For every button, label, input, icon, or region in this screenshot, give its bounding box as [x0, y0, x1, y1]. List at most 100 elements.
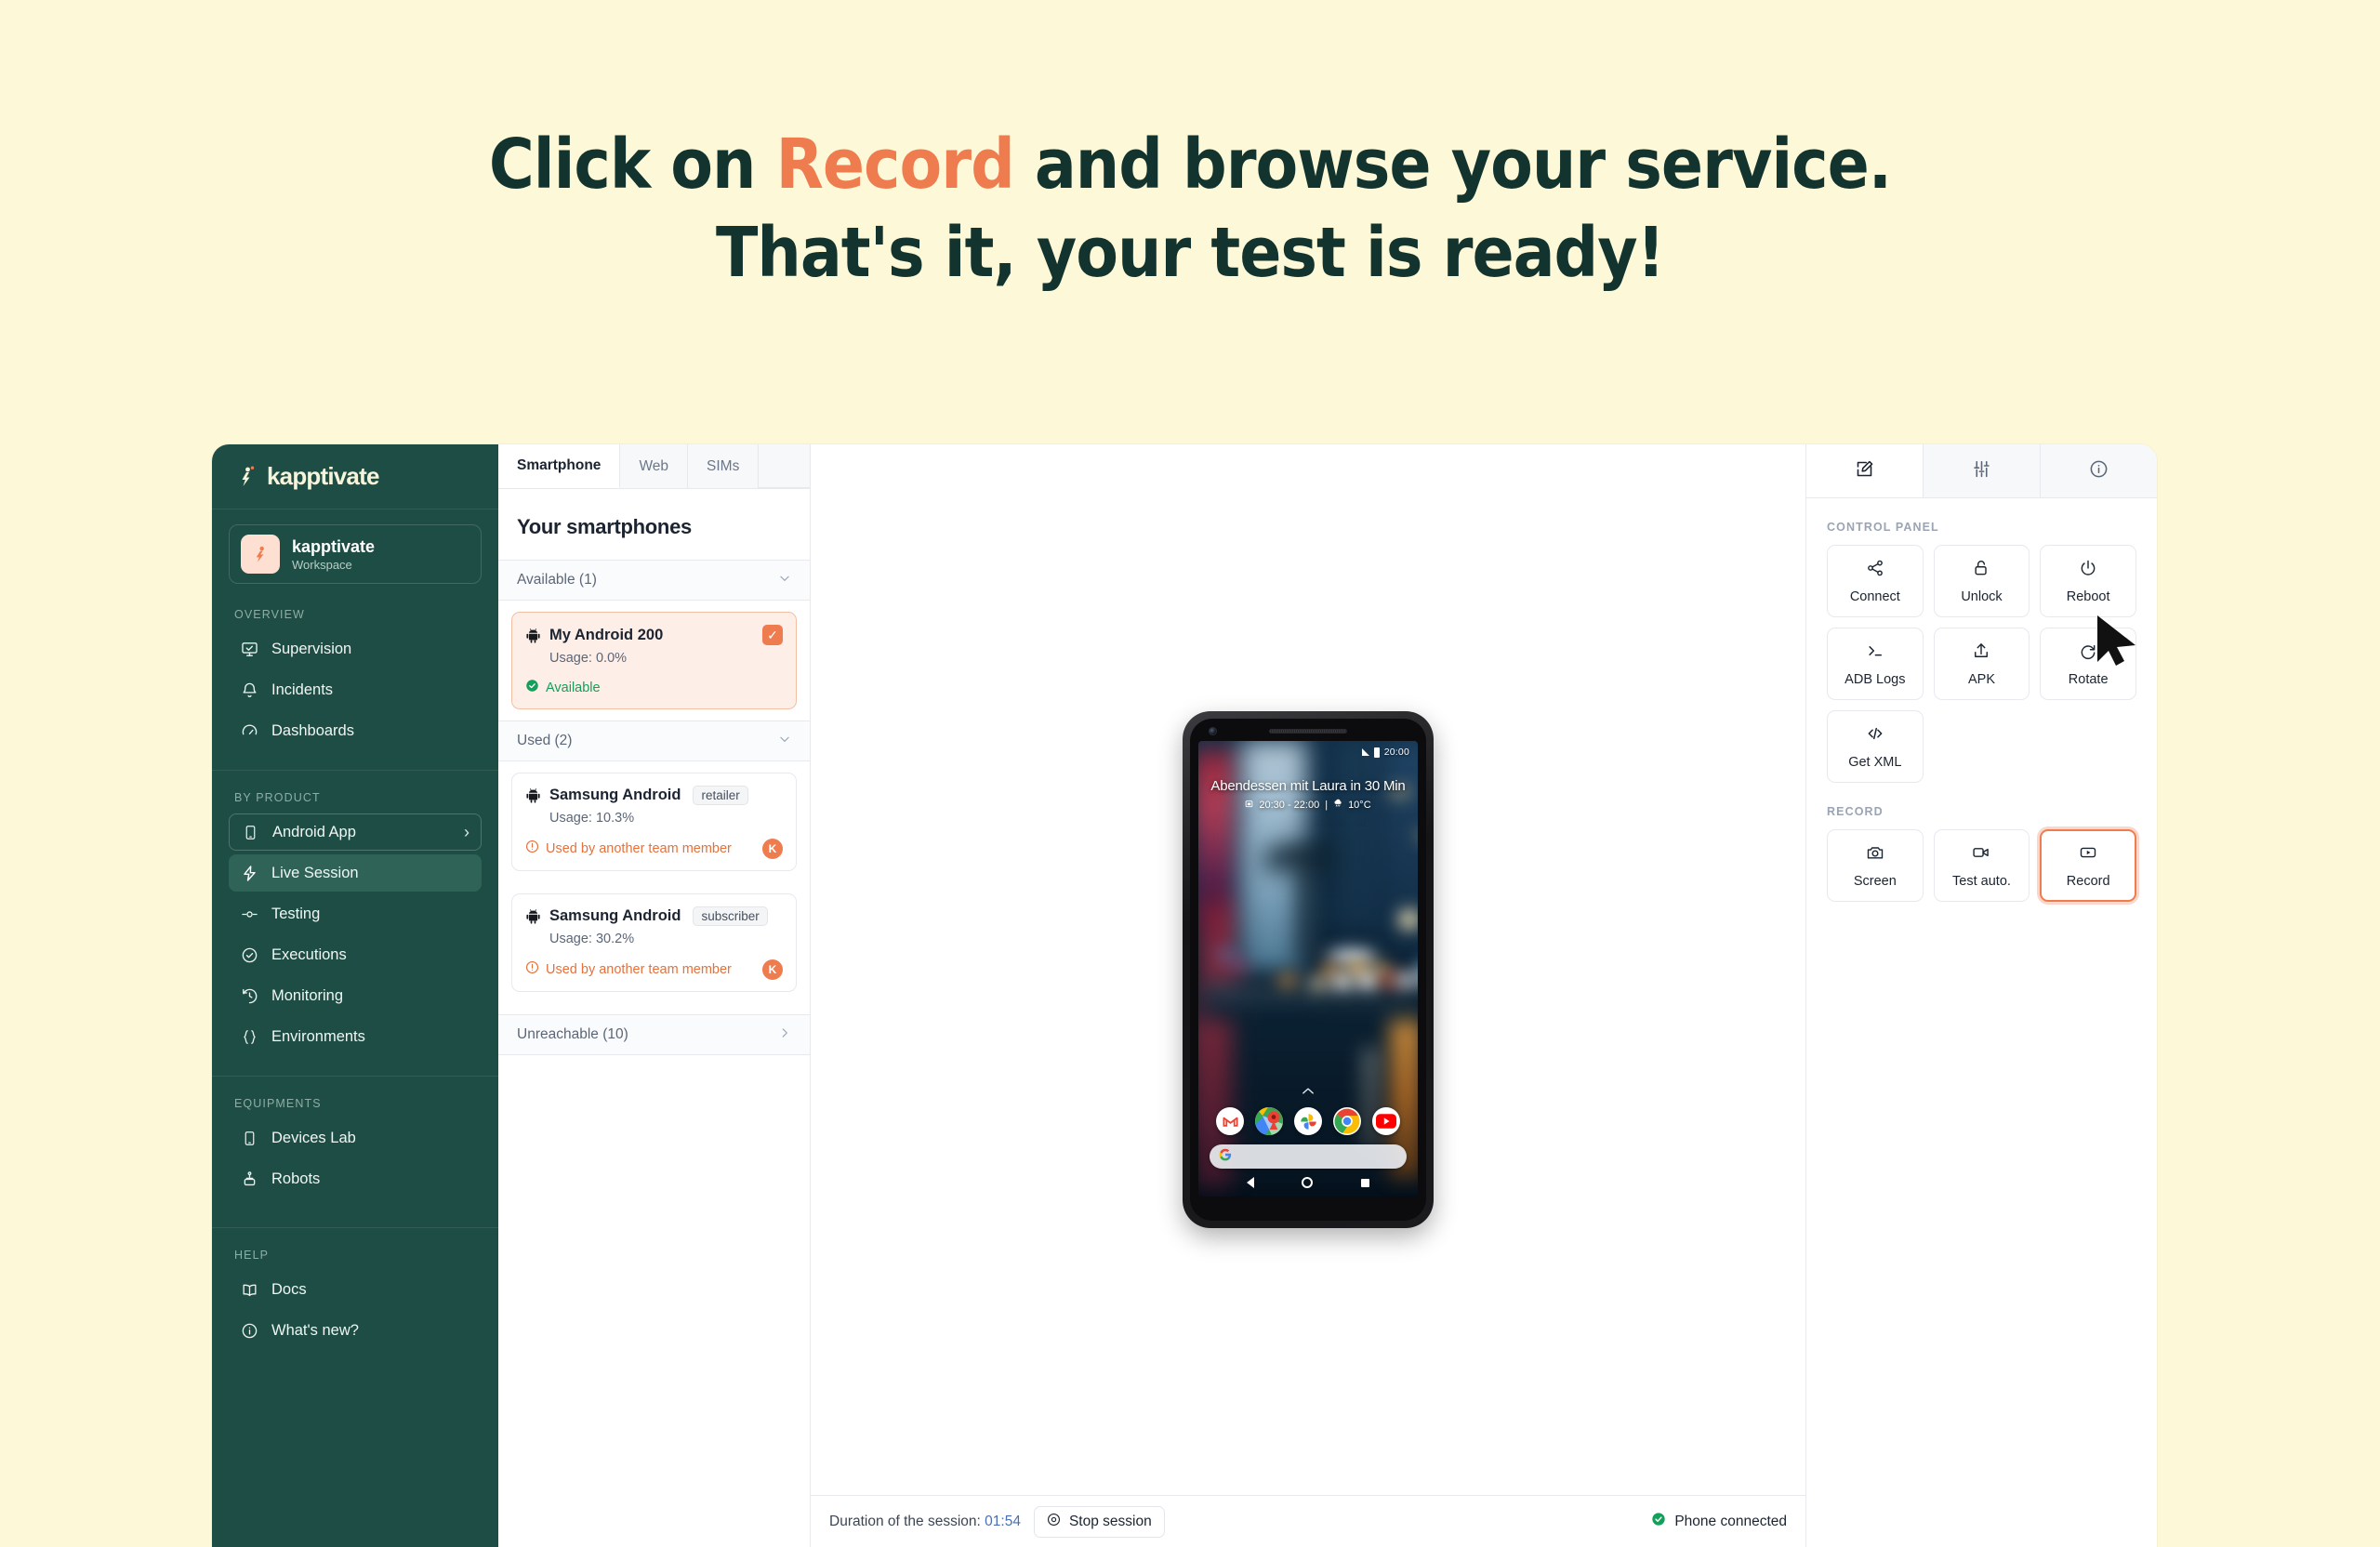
android-icon [525, 628, 541, 643]
device-card-my-android-200[interactable]: My Android 200 ✓ Usage: 0.0% Available [511, 612, 797, 709]
workspace-name: kapptivate [292, 536, 376, 556]
signal-icon [1361, 748, 1369, 756]
camera-icon [1866, 843, 1884, 866]
home-icon[interactable] [1302, 1177, 1314, 1188]
maps-icon[interactable] [1255, 1107, 1283, 1135]
photos-icon[interactable] [1294, 1107, 1322, 1135]
sidebar-item-live-session[interactable]: Live Session [229, 854, 482, 892]
check-circle-icon [1651, 1512, 1666, 1531]
gauge-icon [240, 721, 258, 740]
workspace-card[interactable]: kapptivate Workspace [229, 524, 482, 584]
device-card-samsung-retailer[interactable]: Samsung Android retailer Usage: 10.3% Us… [511, 773, 797, 871]
sidebar-item-docs[interactable]: Docs [229, 1271, 482, 1308]
device-usage: Usage: 10.3% [549, 811, 635, 826]
check-circle-icon [525, 679, 539, 697]
sidebar-item-environments[interactable]: Environments [229, 1018, 482, 1055]
button-label: Get XML [1848, 754, 1902, 770]
node-icon [240, 905, 258, 923]
device-stage: 20:00 Abendessen mit Laura in 30 Min 20:… [811, 444, 1805, 1547]
sidebar-item-label: Robots [271, 1170, 321, 1187]
chevron-up-icon[interactable] [1302, 1084, 1315, 1098]
sidebar-item-label: Testing [271, 905, 321, 922]
get-xml-button[interactable]: Get XML [1827, 710, 1924, 783]
smartphone-icon [240, 1129, 258, 1147]
group-header-unreachable[interactable]: Unreachable (10) [498, 1014, 810, 1055]
device-card-samsung-subscriber[interactable]: Samsung Android subscriber Usage: 30.2% … [511, 893, 797, 992]
session-status-bar: Duration of the session: 01:54 Stop sess… [811, 1495, 1805, 1547]
stop-session-button[interactable]: Stop session [1033, 1505, 1165, 1538]
unlock-button[interactable]: Unlock [1933, 545, 2030, 617]
apk-button[interactable]: APK [1933, 628, 2030, 700]
connect-button[interactable]: Connect [1827, 545, 1924, 617]
sidebar-item-whats-new[interactable]: What's new? [229, 1312, 482, 1349]
tab-sims[interactable]: SIMs [688, 444, 760, 488]
robot-icon [240, 1170, 258, 1188]
sidebar-item-label: What's new? [271, 1321, 359, 1339]
sidebar-item-executions[interactable]: Executions [229, 936, 482, 973]
device-selected-checkbox[interactable]: ✓ [762, 625, 783, 645]
session-duration-label: Duration of the session: [829, 1513, 981, 1529]
control-panel-grid: Connect Unlock Reboot ADB Logs APK Rotat… [1806, 545, 2157, 783]
check-circle-icon [240, 945, 258, 964]
phone-glance-widget[interactable]: Abendessen mit Laura in 30 Min 20:30 - 2… [1198, 778, 1418, 811]
sidebar-item-dashboards[interactable]: Dashboards [229, 712, 482, 749]
phone-screen[interactable]: 20:00 Abendessen mit Laura in 30 Min 20:… [1198, 741, 1418, 1197]
adb-logs-button[interactable]: ADB Logs [1827, 628, 1924, 700]
sidebar-item-label: Environments [271, 1027, 365, 1045]
brand-logo[interactable]: kapptivate [212, 444, 498, 509]
workspace-text: kapptivate Workspace [292, 537, 375, 572]
screen-button[interactable]: Screen [1827, 829, 1924, 902]
headline-part-before: Click on [488, 125, 776, 205]
chevron-right-icon [778, 1026, 791, 1043]
test-auto-button[interactable]: Test auto. [1933, 829, 2030, 902]
recents-icon[interactable] [1361, 1178, 1370, 1187]
widget-event-details: 20:30 - 22:00 | 10°C [1198, 799, 1418, 811]
google-g-icon [1219, 1148, 1232, 1166]
session-duration: Duration of the session: 01:54 [829, 1514, 1021, 1530]
sidebar-item-testing[interactable]: Testing [229, 895, 482, 932]
session-duration-value: 01:54 [985, 1513, 1021, 1529]
device-tag: retailer [693, 786, 748, 805]
device-card-header: My Android 200 ✓ [525, 625, 783, 645]
sidebar-item-android-app[interactable]: Android App › [229, 813, 482, 851]
app-window: kapptivate kapptivate Workspace OVERVIEW [212, 444, 2157, 1547]
back-icon[interactable] [1246, 1177, 1254, 1188]
brand-name: kapptivate [267, 462, 379, 490]
youtube-icon[interactable] [1372, 1107, 1400, 1135]
tab-settings-sliders[interactable] [1924, 444, 2041, 497]
workspace-avatar [241, 535, 280, 574]
headline-line-2: That's it, your test is ready! [716, 212, 1665, 293]
sidebar-item-label: Dashboards [271, 721, 354, 739]
sidebar-item-devices-lab[interactable]: Devices Lab [229, 1119, 482, 1157]
gmail-icon[interactable] [1216, 1107, 1244, 1135]
tab-web[interactable]: Web [620, 444, 689, 488]
group-header-label: Used (2) [517, 733, 573, 748]
sidebar-item-label: Supervision [271, 640, 352, 657]
group-header-available[interactable]: Available (1) [498, 560, 810, 601]
stop-session-label: Stop session [1068, 1513, 1152, 1529]
sidebar-section-overview: OVERVIEW Supervision Incidents Dashboard… [212, 588, 498, 753]
info-circle-icon [2089, 459, 2109, 483]
stop-circle-icon [1047, 1513, 1061, 1531]
google-search-bar[interactable] [1210, 1144, 1407, 1169]
device-name: Samsung Android [549, 907, 681, 924]
tab-edit[interactable] [1806, 444, 1924, 497]
rotate-button[interactable]: Rotate [2040, 628, 2136, 700]
rotate-icon [2079, 641, 2097, 664]
chrome-icon[interactable] [1333, 1107, 1361, 1135]
button-label: Unlock [1961, 588, 2003, 604]
sidebar-item-supervision[interactable]: Supervision [229, 630, 482, 668]
device-tag: subscriber [693, 906, 768, 926]
group-header-used[interactable]: Used (2) [498, 721, 810, 761]
record-button[interactable]: Record [2040, 829, 2136, 902]
sidebar-item-monitoring[interactable]: Monitoring [229, 977, 482, 1014]
reboot-button[interactable]: Reboot [2040, 545, 2136, 617]
headline-accent-record: Record [775, 125, 1015, 205]
tab-smartphone[interactable]: Smartphone [498, 444, 621, 488]
phone-status-bar: 20:00 [1361, 747, 1409, 758]
sidebar-item-label: Incidents [271, 681, 334, 698]
sidebar-item-incidents[interactable]: Incidents [229, 671, 482, 708]
sidebar-item-robots[interactable]: Robots [229, 1160, 482, 1197]
tab-info[interactable] [2041, 444, 2157, 497]
record-grid: Screen Test auto. Record [1806, 829, 2157, 902]
